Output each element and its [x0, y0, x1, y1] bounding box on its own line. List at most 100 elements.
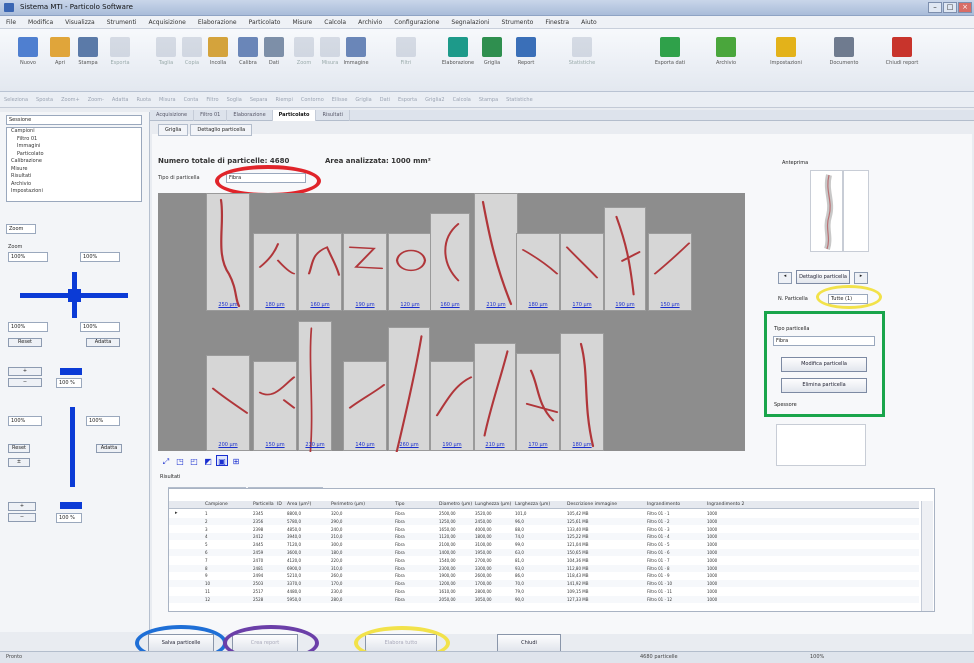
tree-item[interactable]: Misure	[7, 166, 141, 174]
particle-tile[interactable]: 180 µm	[560, 333, 604, 451]
value-field-6[interactable]: 100%	[86, 416, 120, 426]
group-type-select[interactable]: Fibra	[773, 336, 875, 346]
particle-detail-button[interactable]: Dettaglio particella	[796, 270, 850, 284]
tab-4[interactable]: Risultati	[316, 110, 350, 121]
table-row[interactable]: 5 2445 7120,0 300,0 Fibra 2100,00 3100,00 99,0 1…	[169, 541, 919, 548]
subtab-0[interactable]: Griglia	[158, 124, 189, 136]
tool-19[interactable]: Stampa	[475, 92, 502, 108]
tool-5[interactable]: Ruota	[132, 92, 155, 108]
particle-tile[interactable]: 210 µm	[474, 343, 516, 451]
tool-0[interactable]: Seleziona	[0, 92, 32, 108]
zoom-combo[interactable]: Zoom	[6, 224, 36, 234]
toolbar-button-20[interactable]: Documento	[822, 31, 866, 79]
zoom-out-button-2[interactable]: −	[8, 513, 36, 522]
particle-size-link[interactable]: 210 µm	[485, 442, 504, 448]
tree-item[interactable]: Particolato	[7, 151, 141, 159]
table-row[interactable]: ▸ 1 2345 8800,0 320,0 Fibra 2500,00 3520,00 101,…	[169, 510, 919, 517]
particle-size-link[interactable]: 190 µm	[355, 302, 374, 308]
table-row[interactable]: 7 2470 4120,0 220,0 Fibra 1540,00 2700,00 81,0 1…	[169, 557, 919, 564]
table-row[interactable]: 4 2412 3940,0 210,0 Fibra 1120,00 1800,00 74,0 1…	[169, 533, 919, 541]
pan-center[interactable]	[68, 289, 81, 302]
tree-item[interactable]: Risultati	[7, 173, 141, 181]
particle-tile[interactable]: 150 µm	[648, 233, 692, 311]
menu-item-3[interactable]: Strumenti	[101, 16, 143, 29]
particle-tile[interactable]: 190 µm	[604, 207, 646, 311]
particle-tile[interactable]: 230 µm	[298, 321, 332, 452]
results-table[interactable]: Campione Particella ID Area (µm²) Perimetro …	[168, 488, 935, 612]
tree-item[interactable]: Calibrazione	[7, 158, 141, 166]
value-field-1[interactable]: 100%	[8, 252, 48, 262]
table-row[interactable]: 12 2528 5950,0 280,0 Fibra 2050,00 3050,00 90,0…	[169, 595, 919, 603]
column-header[interactable]: ID	[277, 501, 282, 509]
tool-16[interactable]: Esporta	[394, 92, 421, 108]
column-header[interactable]: Lunghezza (µm)	[475, 501, 511, 509]
table-row[interactable]: 8 2481 6900,0 310,0 Fibra 2300,00 3300,00 93,0 1…	[169, 564, 919, 572]
column-header[interactable]: Ingrandimento 2	[707, 501, 744, 509]
menu-item-0[interactable]: File	[0, 16, 22, 29]
fit-button-2[interactable]: Adatta	[96, 444, 122, 453]
grid-tool-icon-5[interactable]: ⊞	[230, 456, 242, 467]
column-header[interactable]: Campione	[205, 501, 228, 509]
tab-3[interactable]: Particolato	[272, 110, 317, 121]
column-header[interactable]: Descrizione immagine	[567, 501, 617, 509]
project-tree[interactable]: Campioni Filtro 01 Immagini Particolato Cali…	[6, 127, 142, 202]
tool-17[interactable]: Griglia2	[421, 92, 449, 108]
step-button[interactable]: ±	[8, 458, 30, 467]
table-row[interactable]: 3 2398 4850,0 240,0 Fibra 1650,00 4000,00 88,0 1…	[169, 526, 919, 533]
particle-tile[interactable]: 190 µm	[343, 233, 387, 311]
particle-tile[interactable]: 250 µm	[206, 193, 250, 311]
tab-2[interactable]: Elaborazione	[227, 110, 273, 121]
preview-prev-button[interactable]: ◂	[778, 272, 792, 284]
preview-next-button[interactable]: ▸	[854, 272, 868, 284]
close-icon[interactable]: ×	[958, 2, 972, 13]
subtab-1[interactable]: Dettaglio particella	[190, 124, 253, 136]
menu-item-11[interactable]: Segnalazioni	[445, 16, 495, 29]
fit-button[interactable]: Adatta	[86, 338, 120, 347]
value-field-3[interactable]: 100%	[8, 322, 48, 332]
particle-size-link[interactable]: 180 µm	[528, 302, 547, 308]
particle-tile[interactable]: 180 µm	[253, 233, 297, 311]
column-header[interactable]: Ingrandimento	[647, 501, 680, 509]
tool-11[interactable]: Riempi	[271, 92, 296, 108]
close-button[interactable]: Chiudi	[497, 634, 561, 652]
tool-10[interactable]: Separa	[246, 92, 272, 108]
particle-tile[interactable]: 170 µm	[560, 233, 604, 311]
toolbar-button-19[interactable]: Impostazioni	[764, 31, 808, 79]
particle-size-link[interactable]: 150 µm	[265, 442, 284, 448]
table-row[interactable]: 11 2517 4480,0 230,0 Fibra 1610,00 2800,00 79,0…	[169, 588, 919, 595]
menu-item-7[interactable]: Misure	[286, 16, 318, 29]
table-row[interactable]: 6 2459 3600,0 180,0 Fibra 1400,00 1950,00 63,0 1…	[169, 549, 919, 556]
particle-size-link[interactable]: 210 µm	[486, 302, 505, 308]
tool-20[interactable]: Statistiche	[502, 92, 537, 108]
toolbar-button-17[interactable]: Esporta dati	[648, 31, 692, 79]
zoom-slider-2[interactable]	[60, 502, 82, 509]
particle-tile[interactable]: 180 µm	[516, 233, 560, 311]
particle-size-link[interactable]: 190 µm	[615, 302, 634, 308]
tree-item[interactable]: Immagini	[7, 143, 141, 151]
value-field-5[interactable]: 100%	[8, 416, 42, 426]
menu-item-2[interactable]: Visualizza	[59, 16, 101, 29]
tool-4[interactable]: Adatta	[108, 92, 133, 108]
value-field-2[interactable]: 100%	[80, 252, 120, 262]
column-header[interactable]: Larghezza (µm)	[515, 501, 550, 509]
toolbar-button-16[interactable]: Statistiche	[560, 31, 604, 79]
particle-tile[interactable]: 200 µm	[206, 355, 250, 451]
menu-item-9[interactable]: Archivio	[352, 16, 388, 29]
particle-size-link[interactable]: 260 µm	[399, 442, 418, 448]
delete-particle-button[interactable]: Elimina particella	[781, 378, 867, 393]
tree-item[interactable]: Campioni	[7, 128, 141, 136]
menu-item-5[interactable]: Elaborazione	[192, 16, 243, 29]
reset-button-2[interactable]: Reset	[8, 444, 30, 453]
tool-1[interactable]: Sposta	[32, 92, 57, 108]
minimize-icon[interactable]: –	[928, 2, 942, 13]
particle-tile[interactable]: 190 µm	[430, 361, 474, 451]
column-header[interactable]: Perimetro (µm)	[331, 501, 365, 509]
table-row[interactable]: 10 2503 3370,0 170,0 Fibra 1200,00 1700,00 70,0…	[169, 580, 919, 588]
table-row[interactable]: 9 2494 5210,0 260,0 Fibra 1900,00 2600,00 86,0 1…	[169, 572, 919, 579]
toolbar-button-21[interactable]: Chiudi report	[880, 31, 924, 79]
tool-15[interactable]: Dati	[376, 92, 394, 108]
tool-18[interactable]: Calcola	[449, 92, 475, 108]
menu-item-8[interactable]: Calcola	[318, 16, 352, 29]
tool-3[interactable]: Zoom-	[84, 92, 108, 108]
tree-item[interactable]: Filtro 01	[7, 136, 141, 144]
